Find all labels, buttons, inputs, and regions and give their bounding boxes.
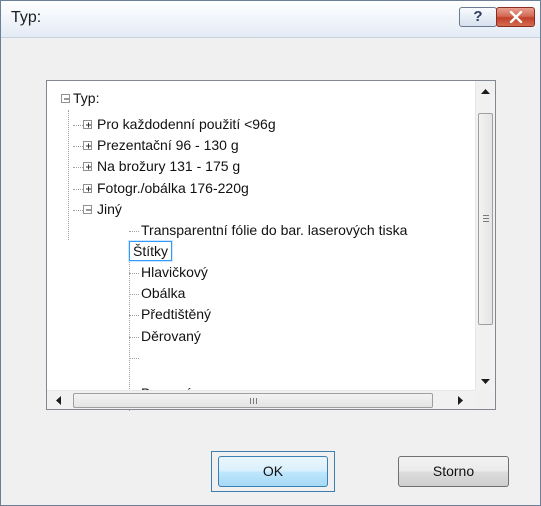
help-button[interactable]: ? <box>459 7 497 27</box>
tree-subitem-selected[interactable]: Štítky <box>127 240 174 262</box>
horizontal-scrollbar[interactable] <box>47 390 475 409</box>
collapse-icon[interactable] <box>83 205 92 214</box>
tree-subitem[interactable]: Předtištěný <box>141 304 211 324</box>
tree-item[interactable]: Na brožury 131 - 175 g <box>97 156 240 176</box>
ok-button[interactable]: OK <box>218 456 328 487</box>
cancel-button[interactable]: Storno <box>398 456 509 487</box>
window-title: Typ: <box>11 9 42 26</box>
type-tree[interactable]: Typ: Pro každodenní použití <96g Prezent… <box>46 80 496 411</box>
scroll-right-icon[interactable] <box>458 396 464 405</box>
scroll-corner <box>475 390 495 409</box>
vertical-scrollbar[interactable] <box>475 81 495 391</box>
expand-icon[interactable] <box>83 141 92 150</box>
tree-root[interactable]: Typ: <box>73 88 99 108</box>
tree-item[interactable]: Prezentační 96 - 130 g <box>97 135 239 155</box>
tree-subitem[interactable]: Hlavičkový <box>141 262 208 282</box>
tree-subitem[interactable]: Obálka <box>141 283 185 303</box>
tree-item[interactable]: Fotogr./obálka 176-220g <box>97 178 249 198</box>
scroll-left-icon[interactable] <box>56 396 62 405</box>
tree-subitem[interactable]: Děrovaný <box>141 326 201 346</box>
close-icon <box>509 11 523 23</box>
help-icon: ? <box>473 8 483 25</box>
vertical-scroll-thumb[interactable] <box>478 113 493 325</box>
title-bar[interactable]: Typ: ? <box>1 1 540 38</box>
expand-icon[interactable] <box>83 120 92 129</box>
tree-item[interactable]: Jiný <box>97 199 122 219</box>
scroll-up-icon[interactable] <box>481 89 490 95</box>
horizontal-scroll-thumb[interactable] <box>73 393 433 408</box>
tree-item[interactable]: Pro každodenní použití <96g <box>97 114 276 134</box>
close-button[interactable] <box>496 7 535 27</box>
collapse-icon[interactable] <box>61 94 70 103</box>
tree-subitem[interactable]: Transparentní fólie do bar. laserových t… <box>141 220 407 240</box>
expand-icon[interactable] <box>83 184 92 193</box>
expand-icon[interactable] <box>83 162 92 171</box>
scroll-down-icon[interactable] <box>481 379 490 385</box>
dialog-window: Typ: ? Typ: Pro každodenní použití <96g … <box>0 0 541 506</box>
